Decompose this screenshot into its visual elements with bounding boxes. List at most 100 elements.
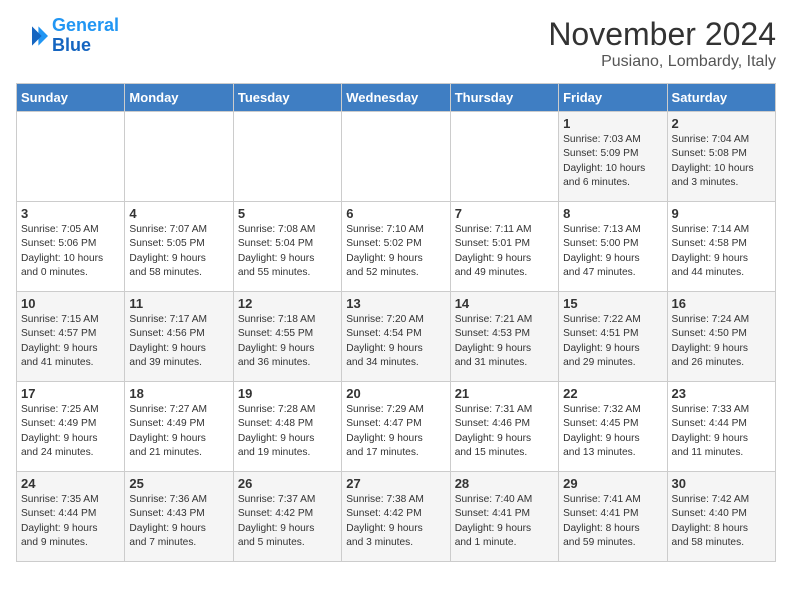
calendar-cell: 15 Sunrise: 7:22 AM Sunset: 4:51 PM Dayli… xyxy=(559,292,667,382)
col-thursday: Thursday xyxy=(450,84,558,112)
calendar-week-5: 24 Sunrise: 7:35 AM Sunset: 4:44 PM Dayli… xyxy=(17,472,776,562)
calendar-cell: 12Sunrise: 7:18 AM Sunset: 4:55 PM Dayli… xyxy=(233,292,341,382)
day-detail: Sunrise: 7:22 AM Sunset: 4:51 PM Dayligh… xyxy=(563,313,662,370)
col-sunday: Sunday xyxy=(17,84,125,112)
col-saturday: Saturday xyxy=(667,84,775,112)
calendar-cell: 24 Sunrise: 7:35 AM Sunset: 4:44 PM Dayli… xyxy=(17,472,125,562)
calendar-cell: 23 Sunrise: 7:33 AM Sunset: 4:44 PM Dayli… xyxy=(667,382,775,472)
day-number: 18 xyxy=(129,386,228,401)
day-detail: Sunrise: 7:29 AM Sunset: 4:47 PM Dayligh… xyxy=(346,403,445,460)
page-header: General Blue November 2024 Pusiano, Lomb… xyxy=(16,16,776,71)
calendar-week-2: 3Sunrise: 7:05 AM Sunset: 5:06 PM Daylig… xyxy=(17,202,776,292)
calendar-cell: 14 Sunrise: 7:21 AM Sunset: 4:53 PM Dayli… xyxy=(450,292,558,382)
day-number: 6 xyxy=(346,206,445,221)
logo-text: General Blue xyxy=(52,16,119,56)
calendar-cell: 21Sunrise: 7:31 AM Sunset: 4:46 PM Dayli… xyxy=(450,382,558,472)
calendar-cell: 29Sunrise: 7:41 AM Sunset: 4:41 PM Dayli… xyxy=(559,472,667,562)
day-number: 1 xyxy=(563,116,662,131)
calendar-cell: 18 Sunrise: 7:27 AM Sunset: 4:49 PM Dayli… xyxy=(125,382,233,472)
calendar-cell: 20 Sunrise: 7:29 AM Sunset: 4:47 PM Dayli… xyxy=(342,382,450,472)
calendar-header: Sunday Monday Tuesday Wednesday Thursday… xyxy=(17,84,776,112)
day-number: 10 xyxy=(21,296,120,311)
day-number: 20 xyxy=(346,386,445,401)
day-detail: Sunrise: 7:25 AM Sunset: 4:49 PM Dayligh… xyxy=(21,403,120,460)
day-detail: Sunrise: 7:21 AM Sunset: 4:53 PM Dayligh… xyxy=(455,313,554,370)
day-number: 28 xyxy=(455,476,554,491)
calendar-cell: 22 Sunrise: 7:32 AM Sunset: 4:45 PM Dayli… xyxy=(559,382,667,472)
logo: General Blue xyxy=(16,16,119,56)
calendar-cell: 4Sunrise: 7:07 AM Sunset: 5:05 PM Daylig… xyxy=(125,202,233,292)
day-detail: Sunrise: 7:14 AM Sunset: 4:58 PM Dayligh… xyxy=(672,223,771,280)
calendar-cell xyxy=(125,112,233,202)
calendar-cell: 25Sunrise: 7:36 AM Sunset: 4:43 PM Dayli… xyxy=(125,472,233,562)
day-number: 9 xyxy=(672,206,771,221)
day-detail: Sunrise: 7:36 AM Sunset: 4:43 PM Dayligh… xyxy=(129,493,228,550)
day-number: 7 xyxy=(455,206,554,221)
day-number: 19 xyxy=(238,386,337,401)
day-number: 22 xyxy=(563,386,662,401)
day-number: 21 xyxy=(455,386,554,401)
day-number: 4 xyxy=(129,206,228,221)
calendar-cell: 13 Sunrise: 7:20 AM Sunset: 4:54 PM Dayli… xyxy=(342,292,450,382)
day-detail: Sunrise: 7:13 AM Sunset: 5:00 PM Dayligh… xyxy=(563,223,662,280)
day-detail: Sunrise: 7:41 AM Sunset: 4:41 PM Dayligh… xyxy=(563,493,662,550)
day-number: 3 xyxy=(21,206,120,221)
day-detail: Sunrise: 7:24 AM Sunset: 4:50 PM Dayligh… xyxy=(672,313,771,370)
day-detail: Sunrise: 7:40 AM Sunset: 4:41 PM Dayligh… xyxy=(455,493,554,550)
day-number: 23 xyxy=(672,386,771,401)
calendar-cell: 3Sunrise: 7:05 AM Sunset: 5:06 PM Daylig… xyxy=(17,202,125,292)
day-detail: Sunrise: 7:27 AM Sunset: 4:49 PM Dayligh… xyxy=(129,403,228,460)
col-tuesday: Tuesday xyxy=(233,84,341,112)
calendar-body: 1 Sunrise: 7:03 AM Sunset: 5:09 PM Daylig… xyxy=(17,112,776,562)
calendar-cell: 26Sunrise: 7:37 AM Sunset: 4:42 PM Dayli… xyxy=(233,472,341,562)
calendar-cell: 30 Sunrise: 7:42 AM Sunset: 4:40 PM Dayli… xyxy=(667,472,775,562)
day-detail: Sunrise: 7:15 AM Sunset: 4:57 PM Dayligh… xyxy=(21,313,120,370)
calendar-table: Sunday Monday Tuesday Wednesday Thursday… xyxy=(16,83,776,562)
day-detail: Sunrise: 7:08 AM Sunset: 5:04 PM Dayligh… xyxy=(238,223,337,280)
day-number: 17 xyxy=(21,386,120,401)
location: Pusiano, Lombardy, Italy xyxy=(548,53,776,71)
day-number: 15 xyxy=(563,296,662,311)
day-detail: Sunrise: 7:42 AM Sunset: 4:40 PM Dayligh… xyxy=(672,493,771,550)
calendar-cell: 10 Sunrise: 7:15 AM Sunset: 4:57 PM Dayli… xyxy=(17,292,125,382)
calendar-cell: 9 Sunrise: 7:14 AM Sunset: 4:58 PM Daylig… xyxy=(667,202,775,292)
day-detail: Sunrise: 7:38 AM Sunset: 4:42 PM Dayligh… xyxy=(346,493,445,550)
day-number: 26 xyxy=(238,476,337,491)
calendar-cell: 28 Sunrise: 7:40 AM Sunset: 4:41 PM Dayli… xyxy=(450,472,558,562)
day-number: 27 xyxy=(346,476,445,491)
day-detail: Sunrise: 7:03 AM Sunset: 5:09 PM Dayligh… xyxy=(563,133,662,190)
day-detail: Sunrise: 7:18 AM Sunset: 4:55 PM Dayligh… xyxy=(238,313,337,370)
calendar-cell: 1 Sunrise: 7:03 AM Sunset: 5:09 PM Daylig… xyxy=(559,112,667,202)
day-detail: Sunrise: 7:33 AM Sunset: 4:44 PM Dayligh… xyxy=(672,403,771,460)
day-detail: Sunrise: 7:20 AM Sunset: 4:54 PM Dayligh… xyxy=(346,313,445,370)
calendar-week-1: 1 Sunrise: 7:03 AM Sunset: 5:09 PM Daylig… xyxy=(17,112,776,202)
calendar-cell xyxy=(17,112,125,202)
calendar-cell: 2Sunrise: 7:04 AM Sunset: 5:08 PM Daylig… xyxy=(667,112,775,202)
day-detail: Sunrise: 7:10 AM Sunset: 5:02 PM Dayligh… xyxy=(346,223,445,280)
day-number: 30 xyxy=(672,476,771,491)
day-number: 11 xyxy=(129,296,228,311)
calendar-cell xyxy=(342,112,450,202)
day-number: 14 xyxy=(455,296,554,311)
calendar-cell: 8Sunrise: 7:13 AM Sunset: 5:00 PM Daylig… xyxy=(559,202,667,292)
day-detail: Sunrise: 7:04 AM Sunset: 5:08 PM Dayligh… xyxy=(672,133,771,190)
month-title: November 2024 xyxy=(548,16,776,53)
day-number: 24 xyxy=(21,476,120,491)
calendar-cell: 5 Sunrise: 7:08 AM Sunset: 5:04 PM Daylig… xyxy=(233,202,341,292)
calendar-cell: 11Sunrise: 7:17 AM Sunset: 4:56 PM Dayli… xyxy=(125,292,233,382)
day-detail: Sunrise: 7:35 AM Sunset: 4:44 PM Dayligh… xyxy=(21,493,120,550)
col-friday: Friday xyxy=(559,84,667,112)
calendar-cell: 16Sunrise: 7:24 AM Sunset: 4:50 PM Dayli… xyxy=(667,292,775,382)
title-area: November 2024 Pusiano, Lombardy, Italy xyxy=(548,16,776,71)
calendar-cell: 19Sunrise: 7:28 AM Sunset: 4:48 PM Dayli… xyxy=(233,382,341,472)
day-detail: Sunrise: 7:11 AM Sunset: 5:01 PM Dayligh… xyxy=(455,223,554,280)
calendar-cell: 7 Sunrise: 7:11 AM Sunset: 5:01 PM Daylig… xyxy=(450,202,558,292)
calendar-week-3: 10 Sunrise: 7:15 AM Sunset: 4:57 PM Dayli… xyxy=(17,292,776,382)
day-number: 5 xyxy=(238,206,337,221)
calendar-cell: 27 Sunrise: 7:38 AM Sunset: 4:42 PM Dayli… xyxy=(342,472,450,562)
calendar-cell xyxy=(450,112,558,202)
col-wednesday: Wednesday xyxy=(342,84,450,112)
day-detail: Sunrise: 7:32 AM Sunset: 4:45 PM Dayligh… xyxy=(563,403,662,460)
day-number: 13 xyxy=(346,296,445,311)
col-monday: Monday xyxy=(125,84,233,112)
